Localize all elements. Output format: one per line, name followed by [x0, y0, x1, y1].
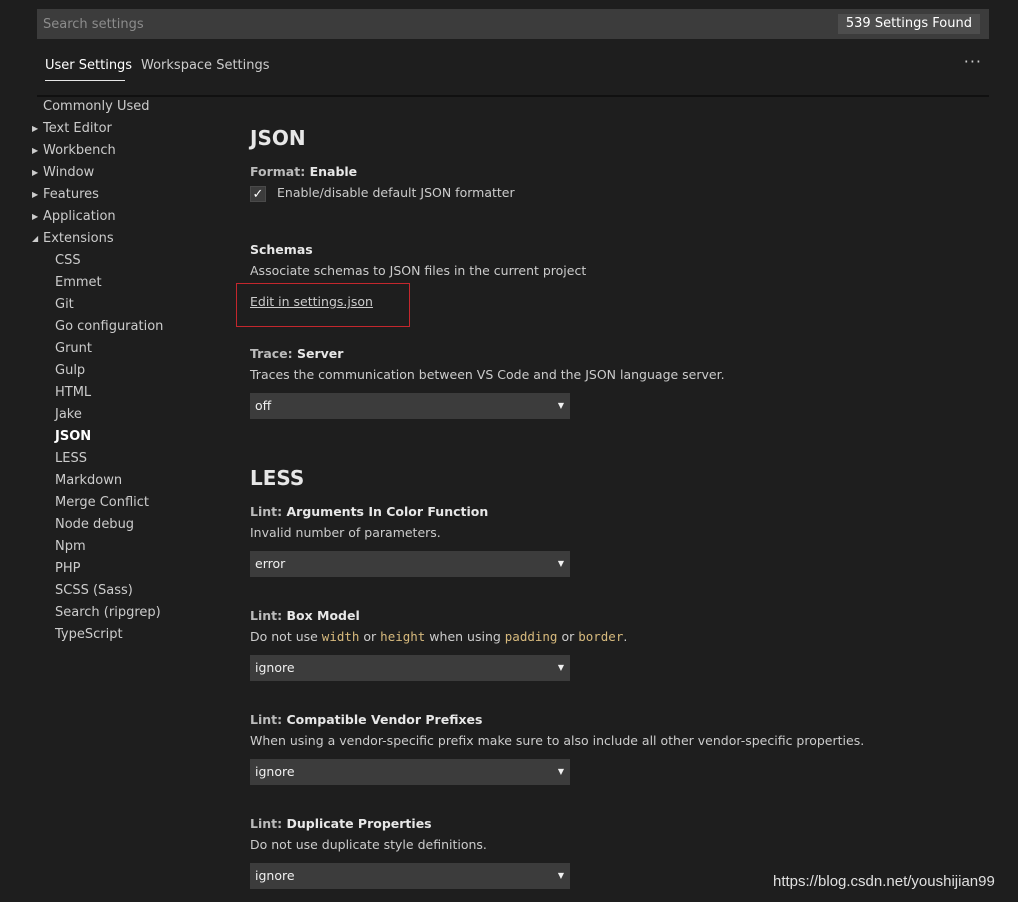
setting-desc-trace-server: Traces the communication between VS Code… — [250, 367, 725, 382]
setting-name: Compatible Vendor Prefixes — [286, 712, 483, 727]
toc-item-merge-conflict[interactable]: Merge Conflict — [55, 492, 149, 514]
arguments-in-color-function-select[interactable]: error ▼ — [250, 551, 570, 577]
more-actions-icon[interactable]: ··· — [964, 52, 982, 71]
tab-user-settings[interactable]: User Settings — [45, 58, 132, 73]
settings-count-badge: 539 Settings Found — [837, 14, 980, 34]
setting-desc-compatible-vendor-prefixes: When using a vendor-specific prefix make… — [250, 733, 865, 748]
setting-title-compatible-vendor-prefixes: Lint: Compatible Vendor Prefixes — [250, 712, 482, 727]
chevron-down-icon: ▼ — [557, 871, 564, 880]
chevron-down-icon: ▼ — [557, 401, 564, 410]
settings-tabs: User Settings Workspace Settings ··· — [37, 50, 989, 84]
toc-item-window[interactable]: Window — [43, 162, 94, 184]
chevron-down-icon: ◢ — [32, 234, 39, 243]
setting-title-schemas: Schemas — [250, 242, 313, 257]
setting-desc-schemas: Associate schemas to JSON files in the c… — [250, 263, 587, 278]
setting-category: Lint: — [250, 608, 283, 623]
toc-item-jake[interactable]: Jake — [55, 404, 82, 426]
format-enable-checkbox[interactable]: ✓ — [250, 186, 266, 202]
toc-item-css[interactable]: CSS — [55, 250, 81, 272]
toc-item-go-configuration[interactable]: Go configuration — [55, 316, 163, 338]
edit-in-settings-json-link[interactable]: Edit in settings.json — [250, 294, 373, 309]
toc-item-extensions[interactable]: Extensions — [43, 228, 114, 250]
setting-desc-box-model: Do not use width or height when using pa… — [250, 629, 627, 644]
chevron-right-icon: ▶ — [32, 146, 39, 155]
select-value: off — [255, 398, 272, 413]
toc-item-typescript[interactable]: TypeScript — [55, 624, 123, 646]
section-title-less: LESS — [250, 466, 305, 490]
search-bar[interactable]: 539 Settings Found — [37, 9, 989, 39]
toc-item-node-debug[interactable]: Node debug — [55, 514, 134, 536]
setting-category: Lint: — [250, 816, 283, 831]
toc-item-scss[interactable]: SCSS (Sass) — [55, 580, 133, 602]
setting-category: Trace: — [250, 346, 293, 361]
setting-name: Enable — [309, 164, 358, 179]
box-model-select[interactable]: ignore ▼ — [250, 655, 570, 681]
toc-item-commonly-used[interactable]: Commonly Used — [43, 96, 150, 118]
toc-item-npm[interactable]: Npm — [55, 536, 86, 558]
active-tab-indicator — [45, 80, 125, 81]
chevron-right-icon: ▶ — [32, 168, 39, 177]
desc-text: Do not use — [250, 629, 322, 644]
trace-server-select[interactable]: off ▼ — [250, 393, 570, 419]
code-width: width — [321, 629, 360, 644]
code-border: border — [578, 629, 624, 644]
toc-item-html[interactable]: HTML — [55, 382, 91, 404]
setting-name: Duplicate Properties — [286, 816, 432, 831]
format-enable-label: Enable/disable default JSON formatter — [277, 185, 515, 200]
setting-title-duplicate-properties: Lint: Duplicate Properties — [250, 816, 432, 831]
setting-desc-arguments-in-color-function: Invalid number of parameters. — [250, 525, 441, 540]
toc-item-grunt[interactable]: Grunt — [55, 338, 92, 360]
chevron-right-icon: ▶ — [32, 212, 39, 221]
watermark-url: https://blog.csdn.net/youshijian99 — [773, 873, 995, 890]
check-icon: ✓ — [252, 187, 264, 202]
chevron-down-icon: ▼ — [557, 559, 564, 568]
setting-title-format-enable: Format: Enable — [250, 164, 357, 179]
chevron-down-icon: ▼ — [557, 767, 564, 776]
toc-item-search-ripgrep[interactable]: Search (ripgrep) — [55, 602, 161, 624]
chevron-down-icon: ▼ — [557, 663, 564, 672]
desc-text: when using — [425, 629, 505, 644]
toc-item-markdown[interactable]: Markdown — [55, 470, 122, 492]
section-title-json: JSON — [250, 126, 306, 150]
duplicate-properties-select[interactable]: ignore ▼ — [250, 863, 570, 889]
tab-workspace-settings[interactable]: Workspace Settings — [141, 58, 270, 73]
toc-item-emmet[interactable]: Emmet — [55, 272, 102, 294]
toc-item-application[interactable]: Application — [43, 206, 116, 228]
toc-item-less[interactable]: LESS — [55, 448, 87, 470]
setting-desc-duplicate-properties: Do not use duplicate style definitions. — [250, 837, 487, 852]
toc-item-php[interactable]: PHP — [55, 558, 80, 580]
code-padding: padding — [504, 629, 558, 644]
select-value: error — [255, 556, 286, 571]
setting-title-arguments-in-color-function: Lint: Arguments In Color Function — [250, 504, 488, 519]
desc-text: . — [623, 629, 628, 644]
setting-title-box-model: Lint: Box Model — [250, 608, 360, 623]
select-value: ignore — [255, 764, 295, 779]
chevron-right-icon: ▶ — [32, 190, 39, 199]
toc-item-git[interactable]: Git — [55, 294, 74, 316]
setting-name: Arguments In Color Function — [286, 504, 489, 519]
setting-category: Lint: — [250, 504, 283, 519]
setting-name: Server — [297, 346, 344, 361]
setting-name: Box Model — [286, 608, 360, 623]
desc-text: or — [359, 629, 381, 644]
compatible-vendor-prefixes-select[interactable]: ignore ▼ — [250, 759, 570, 785]
search-input[interactable] — [37, 9, 843, 39]
setting-title-trace-server: Trace: Server — [250, 346, 343, 361]
toc-item-features[interactable]: Features — [43, 184, 99, 206]
header-divider — [37, 95, 989, 97]
toc-item-text-editor[interactable]: Text Editor — [43, 118, 112, 140]
desc-text: or — [557, 629, 579, 644]
chevron-right-icon: ▶ — [32, 124, 39, 133]
select-value: ignore — [255, 868, 295, 883]
code-height: height — [380, 629, 426, 644]
toc-item-json[interactable]: JSON — [55, 426, 91, 448]
setting-category: Lint: — [250, 712, 283, 727]
toc-item-workbench[interactable]: Workbench — [43, 140, 116, 162]
setting-category: Format: — [250, 164, 306, 179]
toc-item-gulp[interactable]: Gulp — [55, 360, 85, 382]
select-value: ignore — [255, 660, 295, 675]
